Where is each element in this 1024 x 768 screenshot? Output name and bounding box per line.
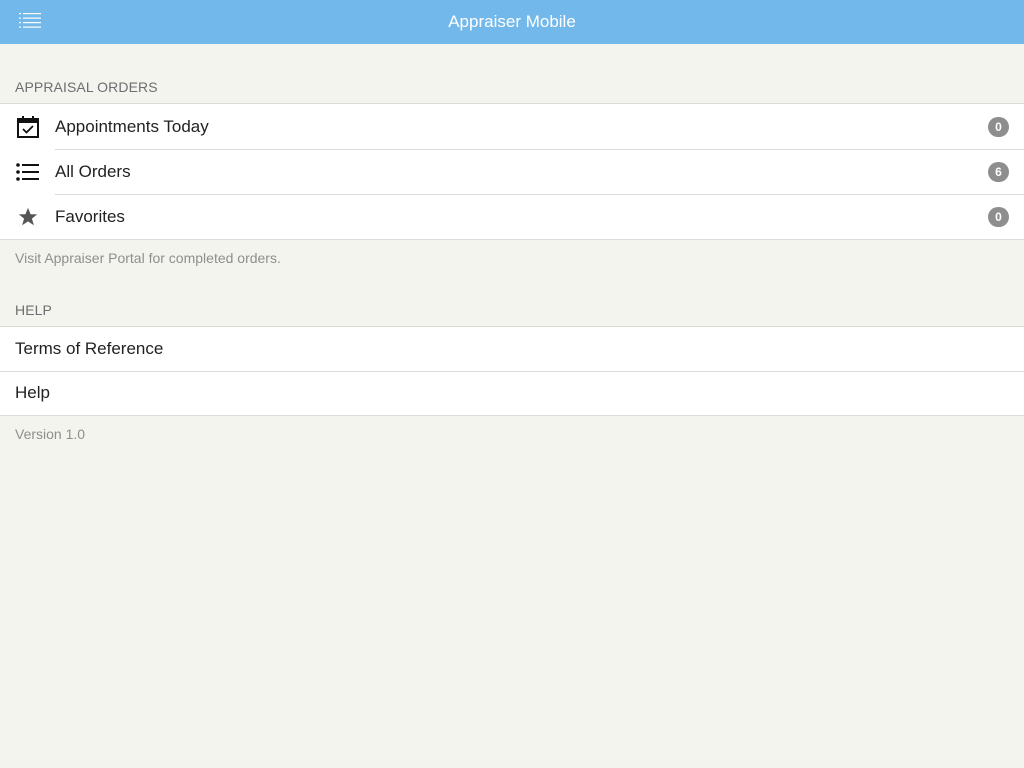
page-title: Appraiser Mobile	[448, 12, 576, 31]
list-item-all-orders[interactable]: All Orders 6	[0, 149, 1024, 194]
list-item-appointments-today[interactable]: Appointments Today 0	[0, 104, 1024, 149]
all-orders-count-badge: 6	[988, 161, 1009, 182]
appointments-today-count-badge: 0	[988, 116, 1009, 137]
list-item-terms-of-reference[interactable]: Terms of Reference	[0, 327, 1024, 371]
portal-footnote: Visit Appraiser Portal for completed ord…	[15, 250, 281, 266]
terms-of-reference-label: Terms of Reference	[15, 339, 164, 358]
star-icon	[15, 204, 41, 230]
favorites-label: Favorites	[55, 206, 125, 226]
calendar-check-icon	[15, 114, 41, 140]
help-label: Help	[15, 383, 50, 402]
top-navbar: Appraiser Mobile	[0, 0, 1024, 44]
version-text: Version 1.0	[15, 426, 86, 442]
help-list: Terms of Reference Help	[0, 326, 1024, 416]
list-item-favorites[interactable]: Favorites 0	[0, 194, 1024, 239]
appraisal-orders-list: Appointments Today 0 All Orders 6 Favori…	[0, 103, 1024, 240]
list-item-help[interactable]: Help	[0, 371, 1024, 415]
section-header-help: HELP	[15, 302, 52, 318]
favorites-count-badge: 0	[988, 206, 1009, 227]
appointments-today-label: Appointments Today	[55, 116, 209, 136]
section-header-appraisal-orders: APPRAISAL ORDERS	[15, 79, 158, 95]
all-orders-label: All Orders	[55, 161, 131, 181]
bulleted-list-icon	[15, 159, 41, 185]
